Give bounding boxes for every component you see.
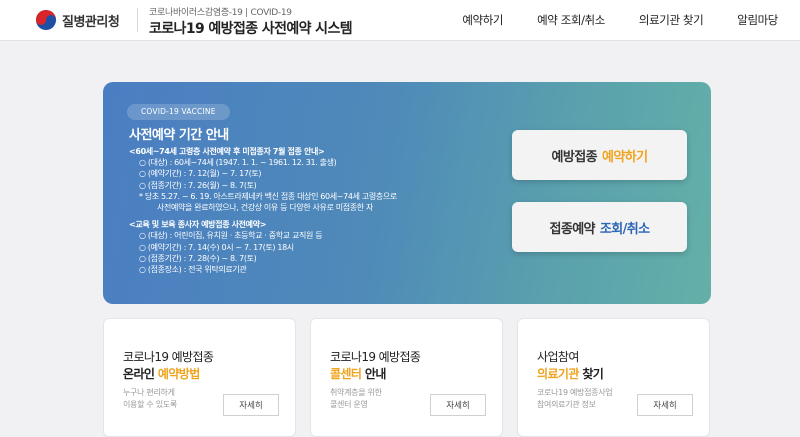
- site-subtitle: 코로나바이러스감염증-19 | COVID-19: [149, 8, 292, 18]
- card-online-reservation: 코로나19 예방접종 온라인 예약방법 누구나 편리하게 이용할 수 있도록 자…: [103, 318, 296, 437]
- card-title: 사업참여: [537, 350, 579, 364]
- card-description: 누구나 편리하게: [123, 388, 175, 397]
- nav-notice[interactable]: 알림마당: [737, 12, 778, 28]
- banner-info: <60세~74세 고령층 사전예약 후 미접종자 7월 접종 안내> ○ (대상…: [129, 146, 469, 275]
- nav-find-clinic[interactable]: 의료기관 찾기: [639, 12, 704, 28]
- taegeuk-logo-icon: [36, 10, 56, 30]
- card-description: 이용할 수 있도록: [123, 400, 177, 409]
- card-title: 코로나19 예방접종: [330, 350, 421, 364]
- banner-section-heading: <60세~74세 고령층 사전예약 후 미접종자 7월 접종 안내>: [129, 147, 325, 156]
- banner-info-line: ○ (접종기간) : 7. 28(수) ~ 8. 7(토): [139, 253, 257, 263]
- banner-info-line: ○ (예약기간) : 7. 14(수) 0시 ~ 7. 17(토) 18시: [139, 242, 294, 252]
- banner-section-heading: <교육 및 보육 종사자 예방접종 사전예약>: [129, 220, 267, 230]
- card-description: 코로나19 예방접종사업: [537, 388, 613, 397]
- vaccine-badge: COVID-19 VACCINE: [127, 104, 230, 120]
- card-subtitle: 콜센터 안내: [330, 367, 386, 381]
- card-call-center: 코로나19 예방접종 콜센터 안내 취약계층을 위한 콜센터 운영 자세히: [310, 318, 503, 437]
- main-nav: 예약하기 예약 조회/취소 의료기관 찾기 알림마당: [462, 12, 778, 28]
- lookup-cancel-button[interactable]: 접종예약 조회/취소: [512, 202, 687, 252]
- banner-info-line: ○ (대상) : 어린이집, 유치원 · 초등학교 · 중학교 교직원 등: [139, 231, 323, 241]
- card-find-clinic: 사업참여 의료기관 찾기 코로나19 예방접종사업 참여의료기관 정보 자세히: [517, 318, 710, 437]
- banner-info-line: ○ (대상) : 60세~74세 (1947. 1. 1. ~ 1961. 12…: [139, 158, 337, 168]
- banner-title: 사전예약 기간 안내: [129, 128, 229, 143]
- card-description: 취약계층을 위한: [330, 388, 382, 397]
- lookup-button-highlight: 조회/취소: [599, 221, 650, 237]
- lookup-button-label: 접종예약: [549, 221, 595, 237]
- details-button[interactable]: 자세히: [223, 394, 279, 416]
- card-description: 참여의료기관 정보: [537, 400, 596, 409]
- logo-text: 질병관리청: [62, 14, 120, 30]
- kdca-logo[interactable]: 질병관리청: [36, 10, 120, 30]
- card-title: 코로나19 예방접종: [123, 350, 214, 364]
- card-description: 콜센터 운영: [330, 400, 368, 409]
- site-title[interactable]: 코로나19 예방접종 사전예약 시스템: [149, 18, 353, 38]
- reserve-button-highlight: 예약하기: [602, 149, 648, 165]
- details-button[interactable]: 자세히: [637, 394, 693, 416]
- reservation-period-banner: COVID-19 VACCINE 사전예약 기간 안내 <60세~74세 고령층…: [103, 82, 711, 304]
- header-divider: [137, 8, 138, 32]
- details-button[interactable]: 자세히: [430, 394, 486, 416]
- nav-reserve[interactable]: 예약하기: [462, 12, 503, 28]
- banner-info-line: 사전예약을 완료하였으나, 건강상 이유 등 다양한 사유로 미접종한 자: [157, 203, 374, 213]
- banner-info-line: * 당초 5.27. ~ 6. 19. 아스트라제네카 백신 접종 대상인 60…: [139, 191, 397, 201]
- banner-info-line: ○ (접종기간) : 7. 26(월) ~ 8. 7(토): [139, 180, 257, 190]
- banner-info-line: ○ (예약기간) : 7. 12(월) ~ 7. 17(토): [139, 169, 262, 179]
- banner-info-line: ○ (접종장소) : 전국 위탁의료기관: [139, 265, 247, 275]
- card-subtitle: 의료기관 찾기: [537, 367, 604, 381]
- nav-lookup-cancel[interactable]: 예약 조회/취소: [537, 12, 605, 28]
- card-subtitle: 온라인 예약방법: [123, 367, 200, 381]
- reserve-button-label: 예방접종: [551, 149, 598, 165]
- top-header: 질병관리청 코로나바이러스감염증-19 | COVID-19 코로나19 예방접…: [0, 0, 800, 41]
- reserve-button[interactable]: 예방접종 예약하기: [512, 130, 687, 180]
